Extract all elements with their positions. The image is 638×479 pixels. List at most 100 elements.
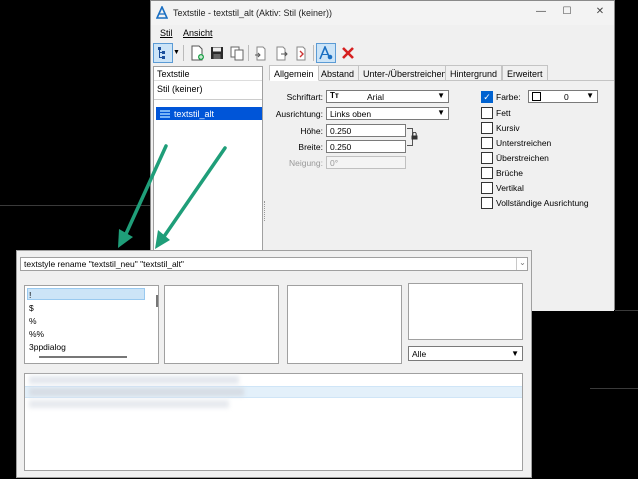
- sync-icon: [296, 46, 306, 60]
- tab-erweitert[interactable]: Erweitert: [502, 65, 548, 81]
- chevron-down-icon[interactable]: ▼: [173, 49, 180, 56]
- export-button[interactable]: [271, 43, 291, 63]
- copy-style-button[interactable]: [227, 43, 247, 63]
- toolbar-separator: [313, 45, 314, 61]
- menu-ansicht[interactable]: Ansicht: [183, 28, 213, 38]
- tab-abstand[interactable]: Abstand: [316, 65, 360, 81]
- slant-input: 0°: [326, 156, 406, 169]
- copy-icon: [230, 46, 244, 60]
- maximize-button[interactable]: ☐: [560, 6, 574, 18]
- lock-icon[interactable]: [411, 131, 418, 142]
- menu-bar: Stil Ansicht: [151, 25, 614, 41]
- list-item-selected[interactable]: textstil_alt: [156, 107, 262, 120]
- update-from-library-button[interactable]: [291, 43, 311, 63]
- overline-checkbox[interactable]: [481, 152, 493, 164]
- chevron-down-icon: ▼: [437, 108, 445, 117]
- close-button[interactable]: ✕: [593, 6, 607, 18]
- command-list[interactable]: ! $ % %% 3ppdialog: [24, 285, 159, 364]
- arrowhead-left: [118, 229, 133, 248]
- chevron-down-icon: ▼: [586, 91, 594, 100]
- list-header: Textstile: [154, 67, 262, 81]
- full-justification-checkbox[interactable]: [481, 197, 493, 209]
- chevron-down-icon: ▼: [511, 349, 519, 358]
- save-button[interactable]: [207, 43, 227, 63]
- underline-checkbox[interactable]: [481, 137, 493, 149]
- toolbar-separator: [248, 45, 249, 61]
- key-in-dialog: textstyle rename "textstil_neu" "textsti…: [16, 250, 532, 478]
- splitter-handle[interactable]: [264, 201, 266, 221]
- selected-style-label: textstil_alt: [174, 109, 215, 119]
- font-label: Schriftart:: [286, 92, 323, 102]
- floppy-disk-icon: [211, 47, 223, 59]
- fractions-label: Brüche: [496, 168, 523, 178]
- subcommand-list-3[interactable]: [408, 283, 523, 340]
- alignment-dropdown[interactable]: Links oben ▼: [326, 107, 449, 120]
- height-input[interactable]: 0.250: [326, 124, 406, 137]
- new-document-icon: [191, 45, 204, 61]
- color-checkbox[interactable]: ✓: [481, 91, 493, 103]
- tab-allgemein[interactable]: Allgemein: [269, 65, 319, 81]
- chevron-down-icon[interactable]: ⌄: [516, 258, 528, 270]
- width-label: Breite:: [298, 142, 323, 152]
- vertical-checkbox[interactable]: [481, 182, 493, 194]
- tab-unter-ueberstreichen[interactable]: Unter-/Überstreichen: [358, 65, 452, 81]
- list-divider: [154, 99, 262, 100]
- overline-label: Überstreichen: [496, 153, 549, 163]
- toolbar: ▼: [151, 41, 614, 65]
- import-icon: [255, 46, 266, 60]
- italic-checkbox[interactable]: [481, 122, 493, 134]
- blurred-history-entry: [29, 400, 229, 408]
- bold-label: Fett: [496, 108, 511, 118]
- height-label: Höhe:: [300, 126, 323, 136]
- subcommand-list-1[interactable]: [164, 285, 279, 364]
- list-item[interactable]: $: [27, 302, 147, 314]
- color-value: 0: [564, 92, 569, 102]
- italic-label: Kursiv: [496, 123, 520, 133]
- font-dropdown[interactable]: Tт Arial ▼: [326, 90, 449, 103]
- vertical-label: Vertikal: [496, 183, 524, 193]
- fractions-checkbox[interactable]: [481, 167, 493, 179]
- underline-label: Unterstreichen: [496, 138, 552, 148]
- filter-dropdown[interactable]: Alle ▼: [408, 346, 523, 361]
- list-item[interactable]: 3ppdialog: [27, 341, 147, 353]
- color-label: Farbe:: [496, 92, 521, 102]
- bold-checkbox[interactable]: [481, 107, 493, 119]
- new-style-button[interactable]: [187, 43, 207, 63]
- truetype-font-icon: Tт: [330, 91, 339, 100]
- toolbar-separator: [183, 45, 184, 61]
- activate-style-button[interactable]: [316, 43, 336, 63]
- text-style-icon: [319, 46, 333, 60]
- keyin-history[interactable]: [24, 373, 523, 471]
- delete-x-icon: [342, 47, 354, 59]
- blurred-history-entry: [29, 388, 244, 396]
- list-item[interactable]: %: [27, 315, 147, 327]
- app-logo-icon: [155, 5, 169, 21]
- import-button[interactable]: [251, 43, 271, 63]
- font-value: Arial: [367, 92, 385, 102]
- background-line: [0, 205, 150, 206]
- hierarchy-view-button[interactable]: [153, 43, 173, 63]
- alignment-value: Links oben: [330, 109, 372, 119]
- list-item[interactable]: %%: [27, 328, 147, 340]
- tree-list-icon: [158, 47, 165, 59]
- keyin-value: textstyle rename "textstil_neu" "textsti…: [24, 259, 184, 269]
- list-item[interactable]: !: [27, 289, 147, 301]
- title-bar: Textstile - textstil_alt (Aktiv: Stil (k…: [151, 1, 614, 25]
- textstyle-icon: [159, 109, 171, 121]
- chevron-down-icon: ▼: [437, 91, 445, 100]
- menu-stil[interactable]: Stil: [160, 28, 173, 38]
- minimize-button[interactable]: —: [534, 6, 548, 18]
- horizontal-scrollbar-thumb[interactable]: [39, 356, 127, 358]
- full-justification-label: Vollständige Ausrichtung: [496, 198, 589, 208]
- width-input[interactable]: 0.250: [326, 140, 406, 153]
- vertical-scrollbar-thumb[interactable]: [156, 295, 158, 307]
- color-dropdown[interactable]: 0 ▼: [528, 90, 598, 103]
- list-item[interactable]: Stil (keiner): [154, 82, 262, 95]
- keyin-input[interactable]: textstyle rename "textstil_neu" "textsti…: [20, 257, 528, 271]
- delete-style-button[interactable]: [338, 43, 358, 63]
- subcommand-list-2[interactable]: [287, 285, 402, 364]
- tab-hintergrund[interactable]: Hintergrund: [445, 65, 503, 81]
- filter-value: Alle: [412, 349, 427, 359]
- blurred-history-entry: [29, 376, 239, 384]
- alignment-label: Ausrichtung:: [275, 109, 323, 119]
